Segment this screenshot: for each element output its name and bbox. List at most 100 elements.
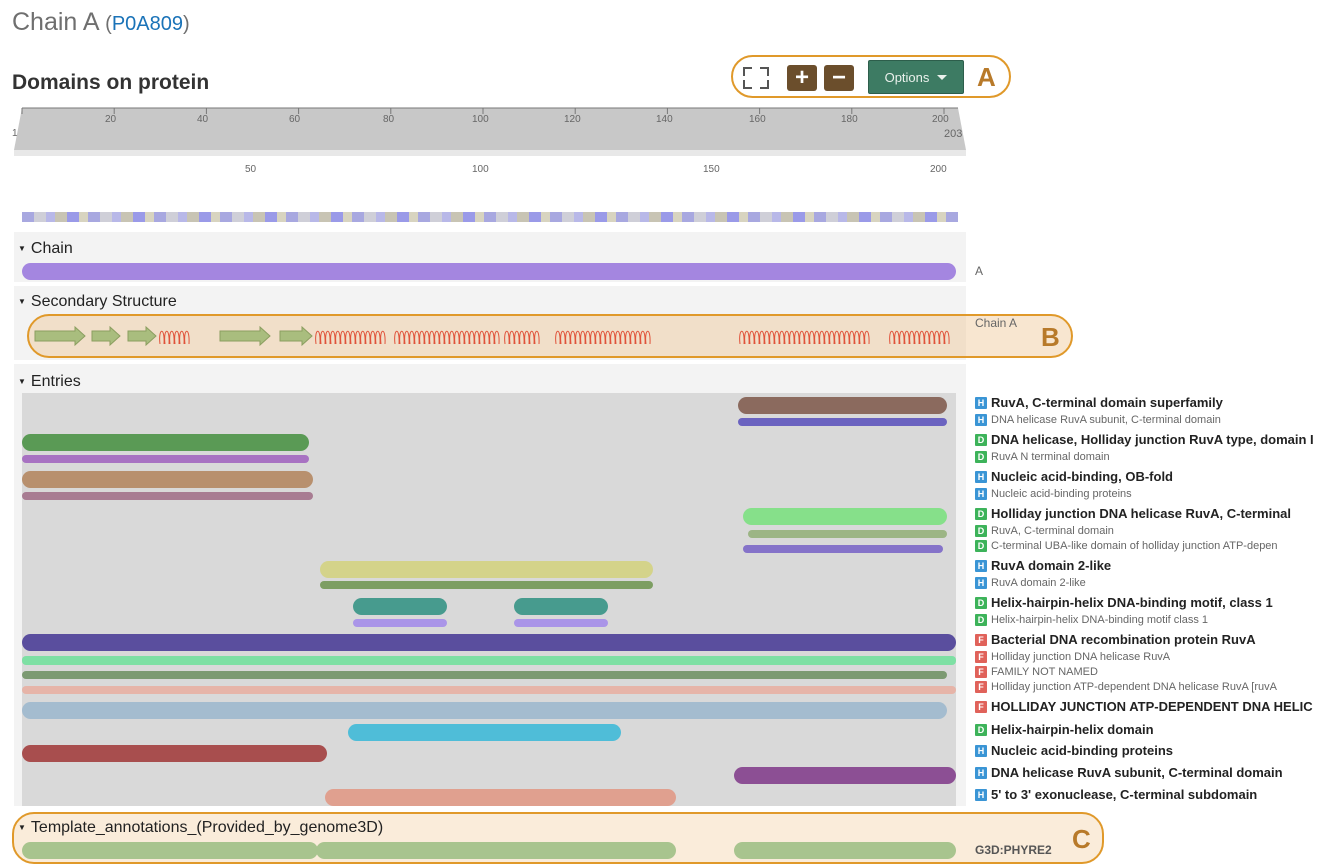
entry-track-bar[interactable] <box>22 471 313 488</box>
entry-track-bar[interactable] <box>325 789 676 806</box>
entry-track-bar[interactable] <box>22 656 956 665</box>
fullscreen-button[interactable] <box>741 65 771 91</box>
entry-track-bar[interactable] <box>743 545 943 553</box>
zoom-out-button[interactable]: − <box>824 65 854 91</box>
entries-section-header[interactable]: ▼ Entries <box>18 373 81 391</box>
entry-type-badge: D <box>975 614 987 626</box>
entry-label[interactable]: F Holliday junction DNA helicase RuvA <box>975 651 1170 663</box>
chain-title: Chain A <box>12 8 99 36</box>
options-button[interactable]: Options <box>868 60 964 94</box>
template-track-bar[interactable] <box>316 842 676 859</box>
zoom-in-button[interactable]: + <box>787 65 817 91</box>
entry-name: Nucleic acid-binding proteins <box>991 743 1174 758</box>
entry-track-bar[interactable] <box>348 724 621 741</box>
entry-name: RuvA N terminal domain <box>991 451 1110 463</box>
ruler-end: 203 <box>944 128 963 140</box>
template-section-header[interactable]: ▼ Template_annotations_(Provided_by_genom… <box>18 819 383 837</box>
entry-label[interactable]: D RuvA, C-terminal domain <box>975 525 1114 537</box>
entry-name: Helix-hairpin-helix DNA-binding motif, c… <box>991 595 1273 610</box>
entry-track-bar[interactable] <box>738 418 947 426</box>
entry-name: Helix-hairpin-helix DNA-binding motif cl… <box>991 614 1209 626</box>
ruler-tick-label: 200 <box>932 114 949 125</box>
entry-track-bar[interactable] <box>22 745 327 762</box>
entry-track-bar[interactable] <box>320 561 653 578</box>
entry-type-badge: F <box>975 666 987 678</box>
entry-track-bar[interactable] <box>353 598 447 615</box>
entry-name: Holliday junction DNA helicase RuvA, C-t… <box>991 506 1292 521</box>
paren-open: ( <box>105 13 112 35</box>
callout-letter-c: C <box>1072 824 1091 854</box>
ruler-tick-label: 180 <box>841 114 858 125</box>
entry-track-bar[interactable] <box>22 455 309 463</box>
accession-link[interactable]: P0A809 <box>112 13 183 35</box>
entry-type-badge: F <box>975 651 987 663</box>
entry-track-bar[interactable] <box>22 686 956 694</box>
ruler-start: 1 <box>12 128 18 139</box>
entry-label[interactable]: D C-terminal UBA-like domain of holliday … <box>975 540 1278 552</box>
entry-type-badge: F <box>975 700 987 713</box>
caret-down-icon <box>937 74 948 80</box>
entry-type-badge: D <box>975 507 987 520</box>
entry-track-bar[interactable] <box>734 767 956 784</box>
ruler-base <box>14 150 966 156</box>
entry-label[interactable]: H 5' to 3' exonuclease, C-terminal subdom… <box>975 787 1257 802</box>
entry-track-bar[interactable] <box>743 508 947 525</box>
entry-track-bar[interactable] <box>514 598 608 615</box>
entry-label[interactable]: D DNA helicase, Holliday junction RuvA ty… <box>975 432 1314 447</box>
secondary-structure-label: Chain A <box>975 316 1018 330</box>
entry-name: Holliday junction DNA helicase RuvA <box>991 651 1171 663</box>
entry-name: RuvA, C-terminal domain superfamily <box>991 395 1223 410</box>
entry-label[interactable]: D Holliday junction DNA helicase RuvA, C-… <box>975 506 1291 521</box>
entry-label[interactable]: H Nucleic acid-binding, OB-fold <box>975 469 1173 484</box>
entry-name: Bacterial DNA recombination protein RuvA <box>991 632 1256 647</box>
entry-label[interactable]: H DNA helicase RuvA subunit, C-terminal d… <box>975 765 1283 780</box>
secondary-structure-header[interactable]: ▼ Secondary Structure <box>18 293 177 311</box>
entry-label[interactable]: F Bacterial DNA recombination protein Ruv… <box>975 632 1256 647</box>
entry-name: RuvA domain 2-like <box>991 558 1112 573</box>
entry-type-badge: D <box>975 525 987 537</box>
entry-type-badge: H <box>975 766 987 779</box>
entry-label[interactable]: H RuvA, C-terminal domain superfamily <box>975 395 1223 410</box>
entry-label[interactable]: F HOLLIDAY JUNCTION ATP-DEPENDENT DNA HEL… <box>975 699 1313 714</box>
entry-label[interactable]: D Helix-hairpin-helix DNA-binding motif, … <box>975 595 1273 610</box>
entry-name: C-terminal UBA-like domain of holliday j… <box>991 540 1278 552</box>
entry-label[interactable]: H Nucleic acid-binding proteins <box>975 743 1173 758</box>
entry-label[interactable]: H RuvA domain 2-like <box>975 558 1111 573</box>
entry-track-bar[interactable] <box>320 581 653 589</box>
entry-track-bar[interactable] <box>22 634 956 651</box>
entry-name: DNA helicase RuvA subunit, C-terminal do… <box>991 414 1221 426</box>
template-track-bar[interactable] <box>734 842 956 859</box>
entry-label[interactable]: F Holliday junction ATP-dependent DNA hel… <box>975 681 1277 693</box>
entry-label[interactable]: H RuvA domain 2-like <box>975 577 1086 589</box>
entry-label[interactable]: D Helix-hairpin-helix DNA-binding motif c… <box>975 614 1208 626</box>
ruler-tick-label: 80 <box>383 114 395 125</box>
ruler-tick-label: 40 <box>197 114 209 125</box>
entry-track-bar[interactable] <box>22 671 947 679</box>
entry-type-badge: D <box>975 540 987 552</box>
ruler-tick-label: 60 <box>289 114 301 125</box>
entry-track-bar[interactable] <box>353 619 447 627</box>
chain-section-header[interactable]: ▼ Chain <box>18 240 73 258</box>
entry-track-bar[interactable] <box>22 492 313 500</box>
entry-track-bar[interactable] <box>748 530 947 538</box>
entry-track-bar[interactable] <box>22 434 309 451</box>
entry-label[interactable]: H Nucleic acid-binding proteins <box>975 488 1132 500</box>
entry-track-bar[interactable] <box>514 619 608 627</box>
entry-name: Holliday junction ATP-dependent DNA heli… <box>991 681 1277 693</box>
entry-track-bar[interactable] <box>738 397 947 414</box>
entry-label[interactable]: D Helix-hairpin-helix domain <box>975 722 1154 737</box>
secondary-structure-track[interactable] <box>0 314 960 358</box>
entry-label[interactable]: D RuvA N terminal domain <box>975 451 1110 463</box>
entry-type-badge: H <box>975 577 987 589</box>
chain-track-bar[interactable] <box>22 263 956 280</box>
entry-track-bar[interactable] <box>22 702 947 719</box>
page-title: Chain A (P0A809) <box>12 8 190 37</box>
entry-label[interactable]: F FAMILY NOT NAMED <box>975 666 1098 678</box>
ruler-tick-label: 100 <box>472 114 489 125</box>
template-track-bar[interactable] <box>22 842 318 859</box>
scale-label: 200 <box>930 164 947 175</box>
entry-name: RuvA, C-terminal domain <box>991 525 1114 537</box>
entry-label[interactable]: H DNA helicase RuvA subunit, C-terminal d… <box>975 414 1221 426</box>
scale-label: 50 <box>245 164 257 175</box>
entry-type-badge: D <box>975 723 987 736</box>
